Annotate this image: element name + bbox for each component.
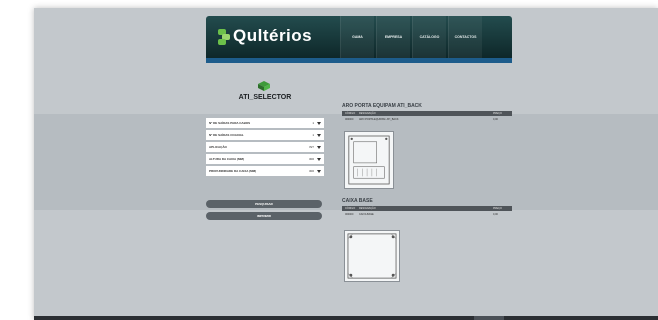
footer-tab[interactable] bbox=[474, 316, 504, 320]
field-value: 300 bbox=[308, 169, 314, 173]
site-logo[interactable]: Qultérios bbox=[218, 26, 312, 46]
result-title: ARO PORTA EQUIPAM ATI_BACK bbox=[342, 103, 422, 109]
header-accent-bar bbox=[206, 58, 512, 63]
selector-title: ATI_SELECTOR bbox=[238, 94, 292, 101]
chevron-down-icon[interactable] bbox=[317, 157, 321, 161]
cell-price: 0,00 bbox=[493, 118, 498, 121]
field-label: Nº DE SAÍDAS COAXIAL bbox=[209, 133, 244, 137]
chevron-down-icon[interactable] bbox=[317, 133, 321, 137]
nav-item-empresa[interactable]: EMPRESA bbox=[376, 16, 410, 58]
field-label: ALTURA DA CAIXA (MM) bbox=[209, 157, 244, 161]
column-header-price: PREÇO bbox=[493, 207, 502, 210]
main-nav: GAMA EMPRESA CATÁLOGO CONTACTOS bbox=[340, 16, 484, 58]
chevron-down-icon[interactable] bbox=[317, 169, 321, 173]
cell-name: CAIXA BASE bbox=[359, 213, 374, 216]
site-footer bbox=[34, 316, 658, 320]
field-box-height[interactable]: ALTURA DA CAIXA (MM) 300 bbox=[206, 154, 324, 164]
field-label: Nº DE SAÍDAS PARA CABOS bbox=[209, 121, 251, 125]
column-header-code: CÓDIGO bbox=[345, 112, 356, 115]
print-button[interactable]: IMPRIMIR bbox=[206, 212, 322, 220]
product-box-icon bbox=[258, 81, 270, 91]
nav-item-catalogo[interactable]: CATÁLOGO bbox=[412, 16, 446, 58]
column-header-name: DESIGNAÇÃO bbox=[359, 207, 376, 210]
field-value: INT bbox=[309, 145, 314, 149]
product-drawing bbox=[344, 230, 400, 282]
field-value: 1 bbox=[312, 121, 314, 125]
field-coaxial-outlets[interactable]: Nº DE SAÍDAS COAXIAL 1 bbox=[206, 130, 324, 140]
field-box-depth[interactable]: PROFUNDIDADE DA CAIXA (MM) 300 bbox=[206, 166, 324, 176]
field-value: 300 bbox=[308, 157, 314, 161]
result-title: CAIXA BASE bbox=[342, 198, 373, 204]
site-header: Qultérios GAMA EMPRESA CATÁLOGO CONTACTO… bbox=[206, 16, 512, 58]
nav-item-gama[interactable]: GAMA bbox=[340, 16, 374, 58]
field-label: PROFUNDIDADE DA CAIXA (MM) bbox=[209, 169, 257, 173]
field-value: 1 bbox=[312, 133, 314, 137]
product-drawing bbox=[344, 131, 394, 189]
logo-mark-icon bbox=[218, 28, 230, 45]
column-header-name: DESIGNAÇÃO bbox=[359, 112, 376, 115]
logo-text: Qultérios bbox=[233, 26, 313, 45]
result-table-header: CÓDIGO DESIGNAÇÃO PREÇO bbox=[342, 206, 512, 211]
cell-code: 000000 bbox=[345, 118, 354, 121]
cell-price: 0,00 bbox=[493, 213, 498, 216]
field-cable-outlets[interactable]: Nº DE SAÍDAS PARA CABOS 1 bbox=[206, 118, 324, 128]
nav-item-contactos[interactable]: CONTACTOS bbox=[448, 16, 482, 58]
table-row[interactable]: 000000 CAIXA BASE 0,00 bbox=[342, 212, 512, 217]
field-application[interactable]: APLICAÇÃO INT bbox=[206, 142, 324, 152]
field-label: APLICAÇÃO bbox=[209, 145, 227, 149]
search-button[interactable]: PESQUISAR bbox=[206, 200, 322, 208]
result-table-header: CÓDIGO DESIGNAÇÃO PREÇO bbox=[342, 111, 512, 116]
chevron-down-icon[interactable] bbox=[317, 121, 321, 125]
column-header-price: PREÇO bbox=[493, 112, 502, 115]
table-row[interactable]: 000000 ARO PORTA EQUIPAM. ATI_BACK 0,00 bbox=[342, 117, 512, 122]
cell-name: ARO PORTA EQUIPAM. ATI_BACK bbox=[359, 118, 399, 121]
cell-code: 000000 bbox=[345, 213, 354, 216]
chevron-down-icon[interactable] bbox=[317, 145, 321, 149]
column-header-code: CÓDIGO bbox=[345, 207, 356, 210]
browser-viewport: Qultérios GAMA EMPRESA CATÁLOGO CONTACTO… bbox=[34, 8, 658, 320]
